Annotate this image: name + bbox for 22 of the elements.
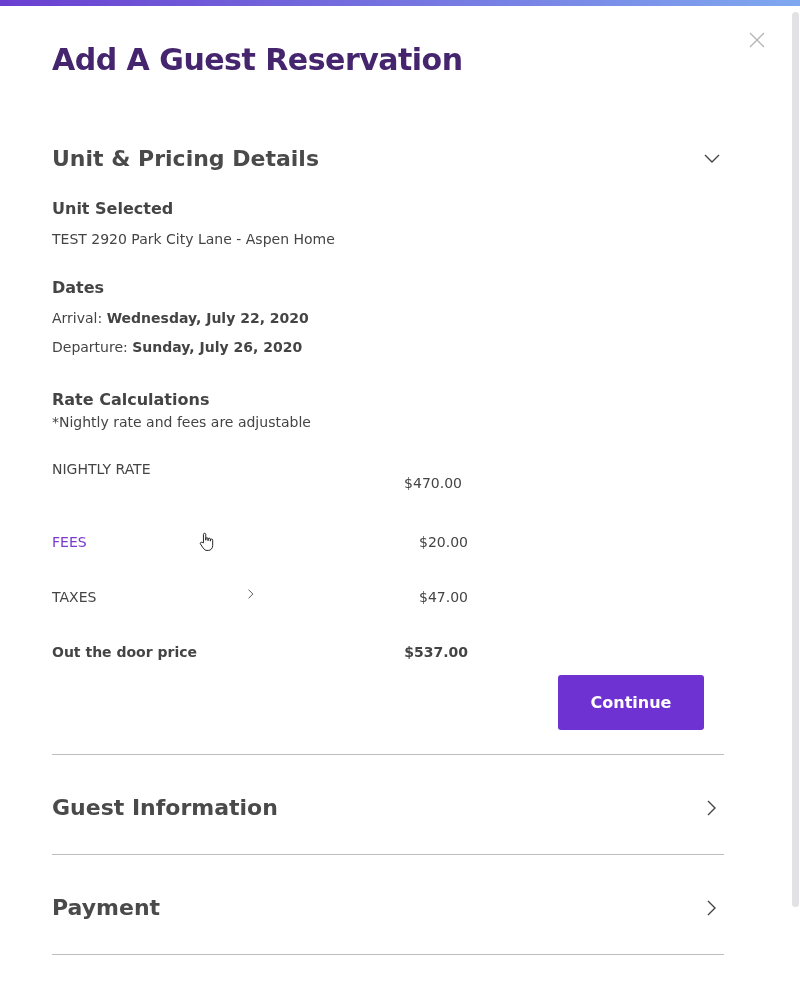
date-line: Departure: Sunday, July 26, 2020: [52, 338, 304, 357]
nightly-rate-field[interactable]: $470.00: [404, 473, 462, 494]
date-line: Arrival: Wednesday, July 22, 2020: [52, 309, 310, 328]
rate-label: Out the door price: [52, 643, 198, 662]
scrollbar-thumb[interactable]: [792, 12, 799, 907]
rate-amount: $47.00: [419, 588, 468, 607]
unit-name: TEST 2920 Park City Lane - Aspen Home: [52, 230, 336, 249]
hand-cursor-icon: [198, 532, 215, 552]
section-heading[interactable]: Guest Information: [52, 791, 278, 824]
section-subheading: Dates: [52, 277, 106, 299]
rate-amount: $537.00: [404, 643, 468, 662]
continue-button[interactable]: Continue: [558, 675, 704, 730]
page-title: Add A Guest Reservation: [52, 42, 464, 78]
rate-label: NIGHTLY RATE: [52, 460, 151, 479]
rate-amount: $20.00: [419, 533, 468, 552]
section-subheading: Unit Selected: [52, 198, 175, 220]
fees-link[interactable]: FEES: [52, 532, 87, 553]
rate-label: TAXES: [52, 588, 97, 607]
section-subheading: Rate Calculations: [52, 389, 211, 411]
rate-note: *Nightly rate and fees are adjustable: [52, 413, 312, 432]
section-heading[interactable]: Unit & Pricing Details: [52, 142, 319, 175]
section-heading[interactable]: Payment: [52, 891, 161, 924]
